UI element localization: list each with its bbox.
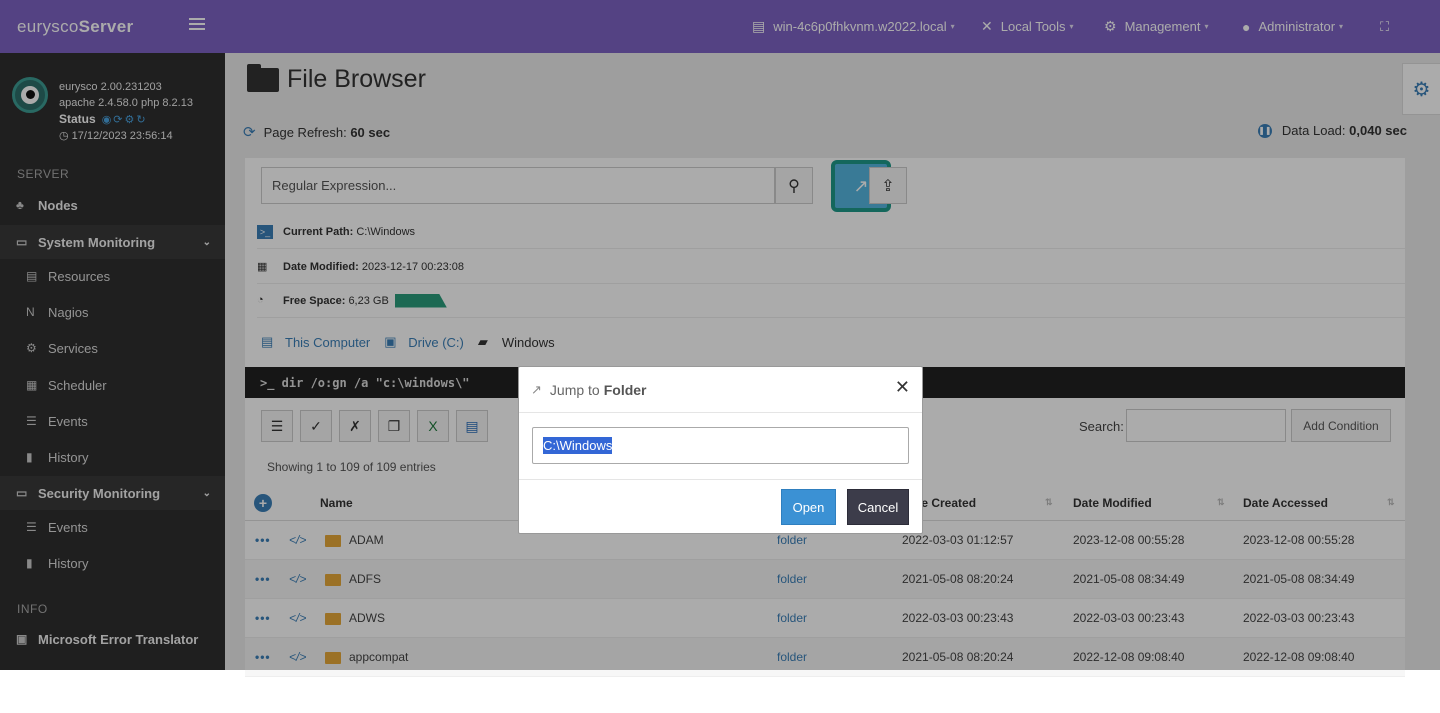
share-icon: ↗ bbox=[531, 381, 542, 397]
cancel-button[interactable]: Cancel bbox=[847, 489, 909, 525]
open-button[interactable]: Open bbox=[781, 489, 836, 525]
modal-backdrop[interactable] bbox=[0, 0, 1440, 670]
dialog-title-bold: Folder bbox=[603, 381, 647, 398]
dialog-title-light: Jump to bbox=[549, 381, 600, 398]
dialog-header: ↗ Jump to Folder bbox=[519, 367, 922, 413]
close-icon[interactable]: ✕ bbox=[895, 377, 910, 398]
folder-path-input[interactable]: C:\Windows bbox=[532, 427, 909, 464]
jump-to-folder-dialog: ↗ Jump to Folder ✕ C:\Windows Open Cancel bbox=[518, 366, 923, 534]
dialog-divider bbox=[519, 479, 922, 480]
folder-path-value: C:\Windows bbox=[543, 437, 613, 454]
